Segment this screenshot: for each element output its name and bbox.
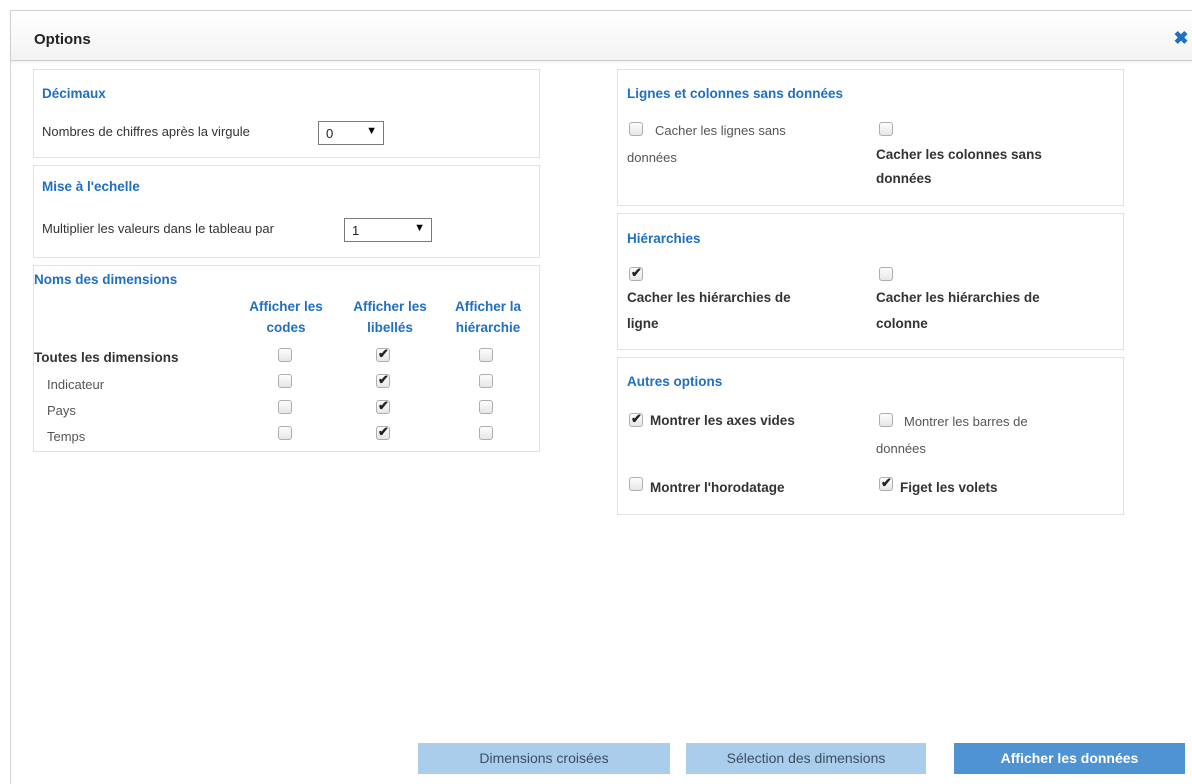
checkbox-hide-empty-cols[interactable] [879,122,893,136]
checkbox-country-labels[interactable]: ✔ [376,398,390,414]
hide-empty-rows-label-2: données [627,150,677,165]
decimals-panel: Décimaux Nombres de chiffres après la vi… [33,69,540,158]
cross-dimensions-button[interactable]: Dimensions croisées [418,743,670,774]
scale-value: 1 [352,223,360,238]
header-labels: Afficher les libellés [353,299,427,335]
decimals-select[interactable]: 0 ▼ [318,121,384,145]
checkbox-hide-col-hierarchies[interactable] [879,267,893,281]
hide-row-hierarchies-label-1: Cacher les hiérarchies de [627,290,791,305]
decimals-title: Décimaux [42,86,106,101]
empty-rows-cols-panel: Lignes et colonnes sans données Cacher l… [617,69,1124,206]
hide-col-hierarchies-label-2: colonne [876,316,928,331]
hide-row-hierarchies-label-2: ligne [627,316,659,331]
close-icon[interactable]: ✖ [1171,27,1191,49]
row-label-indicator: Indicateur [47,377,105,392]
scale-select[interactable]: 1 ▼ [344,218,432,242]
freeze-panes-label: Figet les volets [900,480,998,495]
chevron-down-icon: ▼ [366,125,377,137]
checkbox-time-codes[interactable] [278,426,292,440]
checkbox-indicator-hierarchy[interactable] [479,374,493,388]
checkbox-time-hierarchy[interactable] [479,426,493,440]
hierarchies-title: Hiérarchies [627,231,701,246]
header-codes: Afficher les codes [249,299,323,335]
checkbox-freeze-panes[interactable]: ✔ [879,475,893,491]
checkbox-indicator-labels[interactable]: ✔ [376,372,390,388]
show-data-bars-label-1: Montrer les barres de [904,414,1028,429]
hide-col-hierarchies-label-1: Cacher les hiérarchies de [876,290,1040,305]
checkbox-all-codes[interactable] [278,348,292,362]
checkbox-country-codes[interactable] [278,400,292,414]
checkbox-all-hierarchy[interactable] [479,348,493,362]
other-options-title: Autres options [627,374,723,389]
decimals-label: Nombres de chiffres après la virgule [42,124,250,139]
checkbox-hide-row-hierarchies[interactable]: ✔ [629,265,643,281]
checkbox-country-hierarchy[interactable] [479,400,493,414]
show-timestamp-label: Montrer l'horodatage [650,480,785,495]
show-data-bars-label-2: données [876,441,926,456]
hide-empty-cols-label-2: données [876,171,932,186]
row-label-country: Pays [47,403,76,418]
hierarchies-panel: Hiérarchies ✔ Cacher les hiérarchies de … [617,213,1124,350]
hide-empty-cols-label-1: Cacher les colonnes sans [876,147,1042,162]
checkbox-show-empty-axes[interactable]: ✔ [629,411,643,427]
checkbox-time-labels[interactable]: ✔ [376,424,390,440]
row-label-time: Temps [47,429,86,444]
chevron-down-icon: ▼ [414,222,425,234]
dimension-names-title: Noms des dimensions [34,272,178,287]
show-data-button[interactable]: Afficher les données [954,743,1185,774]
decimals-value: 0 [326,126,334,141]
checkbox-all-labels[interactable]: ✔ [376,346,390,362]
checkbox-indicator-codes[interactable] [278,374,292,388]
header-hierarchy: Afficher la hiérarchie [454,299,522,335]
dimension-names-panel: Noms des dimensions Afficher les codes Af… [33,265,540,452]
scale-title: Mise à l'echelle [42,179,140,194]
other-options-panel: Autres options ✔ Montrer les axes vides … [617,357,1124,515]
scale-panel: Mise à l'echelle Multiplier les valeurs … [33,165,540,258]
show-empty-axes-label: Montrer les axes vides [650,413,795,428]
hide-empty-rows-label-1: Cacher les lignes sans [655,123,786,138]
checkbox-show-timestamp[interactable] [629,477,643,491]
empty-rows-cols-title: Lignes et colonnes sans données [627,86,844,101]
checkbox-show-data-bars[interactable] [879,413,893,427]
row-label-all: Toutes les dimensions [34,350,179,365]
checkbox-hide-empty-rows[interactable] [629,122,643,136]
dimension-selection-button[interactable]: Sélection des dimensions [686,743,926,774]
dialog-titlebar: Options ✖ [11,11,1192,61]
dialog-title: Options [34,31,91,48]
scale-label: Multiplier les valeurs dans le tableau p… [42,221,274,236]
